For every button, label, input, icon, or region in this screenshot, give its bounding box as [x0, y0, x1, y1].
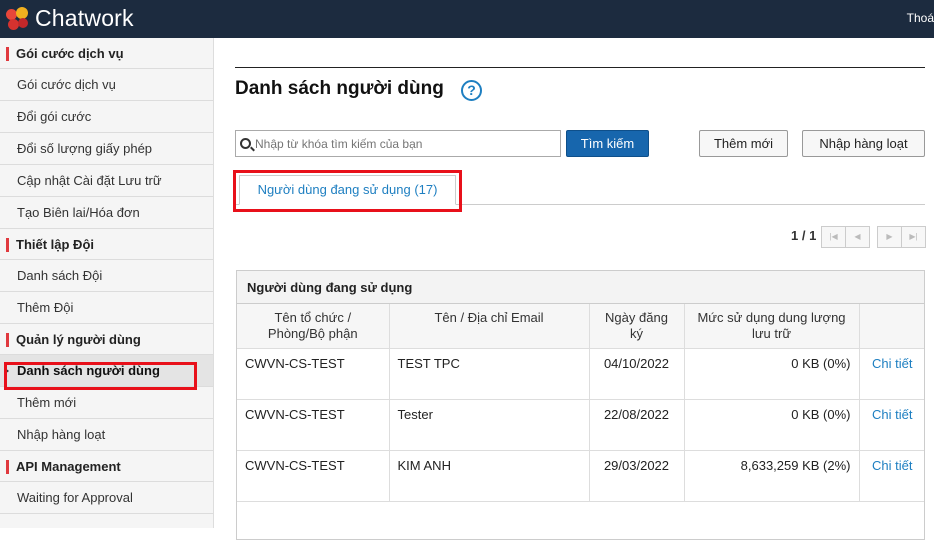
cell-org: CWVN-CS-TEST [237, 450, 390, 502]
user-name: TEST TPC [397, 356, 460, 371]
cell-date: 22/08/2022 [589, 399, 685, 451]
cell-name: TEST TPC [389, 348, 590, 400]
table-caption: Người dùng đang sử dụng [237, 271, 924, 304]
sidebar-item-invoice[interactable]: Tạo Biên lai/Hóa đơn [0, 197, 213, 229]
user-table: Người dùng đang sử dụng Tên tổ chức / Ph… [236, 270, 925, 540]
sidebar: Gói cước dịch vụ Gói cước dịch vụ Đổi gó… [0, 38, 214, 528]
column-header-org: Tên tổ chức / Phòng/Bộ phận [237, 304, 390, 349]
add-new-button[interactable]: Thêm mới [699, 130, 788, 157]
sidebar-item-add-user[interactable]: Thêm mới [0, 387, 213, 419]
sidebar-section-users: Quản lý người dùng [0, 324, 213, 355]
top-bar: Chatwork Thoá [0, 0, 934, 38]
user-name: KIM ANH [397, 458, 451, 473]
sidebar-item-storage-settings[interactable]: Cập nhật Cài đặt Lưu trữ [0, 165, 213, 197]
cell-org: CWVN-CS-TEST [237, 348, 390, 400]
highlight-box-tab [233, 170, 462, 212]
sidebar-item-team-list[interactable]: Danh sách Đội [0, 260, 213, 292]
sidebar-section-api: API Management [0, 451, 213, 482]
sidebar-item-bulk-import[interactable]: Nhập hàng loạt [0, 419, 213, 451]
question-circle-icon[interactable]: ? [461, 80, 482, 101]
sidebar-item-plan[interactable]: Gói cước dịch vụ [0, 69, 213, 101]
cell-storage: 0 KB (0%) [684, 399, 860, 451]
sidebar-section-team: Thiết lập Đội [0, 229, 213, 260]
table-row: CWVN-CS-TEST TEST TPC 04/10/2022 0 KB (0… [237, 348, 924, 400]
cell-name: KIM ANH [389, 450, 590, 502]
cell-storage: 0 KB (0%) [684, 348, 860, 400]
sidebar-item-add-team[interactable]: Thêm Đội [0, 292, 213, 324]
pager-text: 1 / 1 [791, 228, 817, 243]
detail-link[interactable]: Chi tiết [859, 450, 924, 502]
logout-link[interactable]: Thoá [907, 11, 934, 25]
detail-link[interactable]: Chi tiết [859, 399, 924, 451]
sidebar-item-change-plan[interactable]: Đổi gói cước [0, 101, 213, 133]
column-header-name-email: Tên / Địa chỉ Email [389, 304, 590, 349]
search-box [235, 130, 561, 157]
detail-link[interactable]: Chi tiết [859, 348, 924, 400]
search-icon [240, 138, 251, 149]
search-input[interactable] [255, 136, 555, 151]
next-page-icon[interactable]: ▶ [877, 226, 902, 248]
bulk-import-button[interactable]: Nhập hàng loạt [802, 130, 925, 157]
cell-org: CWVN-CS-TEST [237, 399, 390, 451]
search-button[interactable]: Tìm kiếm [566, 130, 649, 157]
page-title: Danh sách người dùng [235, 78, 444, 99]
table-row: CWVN-CS-TEST Tester 22/08/2022 0 KB (0%)… [237, 399, 924, 451]
sidebar-section-plan: Gói cước dịch vụ [0, 38, 213, 69]
chatwork-logo[interactable]: Chatwork [6, 5, 134, 32]
table-row: CWVN-CS-TEST KIM ANH 29/03/2022 8,633,25… [237, 450, 924, 502]
cell-date: 29/03/2022 [589, 450, 685, 502]
sidebar-item-change-licenses[interactable]: Đổi số lượng giấy phép [0, 133, 213, 165]
cell-date: 04/10/2022 [589, 348, 685, 400]
prev-page-icon[interactable]: ◀ [845, 226, 870, 248]
app-name: Chatwork [35, 5, 134, 31]
title-divider [235, 67, 925, 68]
highlight-box-sidebar [4, 362, 197, 390]
cell-name: Tester [389, 399, 590, 451]
cell-storage: 8,633,259 KB (2%) [684, 450, 860, 502]
sidebar-item-waiting-approval[interactable]: Waiting for Approval [0, 482, 213, 514]
column-header-action [859, 304, 924, 349]
column-header-date: Ngày đăng ký [589, 304, 685, 349]
chatwork-logo-icon [6, 6, 30, 31]
table-header-row: Tên tổ chức / Phòng/Bộ phận Tên / Địa ch… [237, 304, 924, 349]
column-header-storage: Mức sử dụng dung lượng lưu trữ [684, 304, 860, 349]
last-page-icon[interactable]: ▶| [901, 226, 926, 248]
first-page-icon[interactable]: |◀ [821, 226, 846, 248]
user-name: Tester [397, 407, 433, 422]
main-content: Danh sách người dùng ? Tìm kiếm Thêm mới… [214, 38, 934, 540]
